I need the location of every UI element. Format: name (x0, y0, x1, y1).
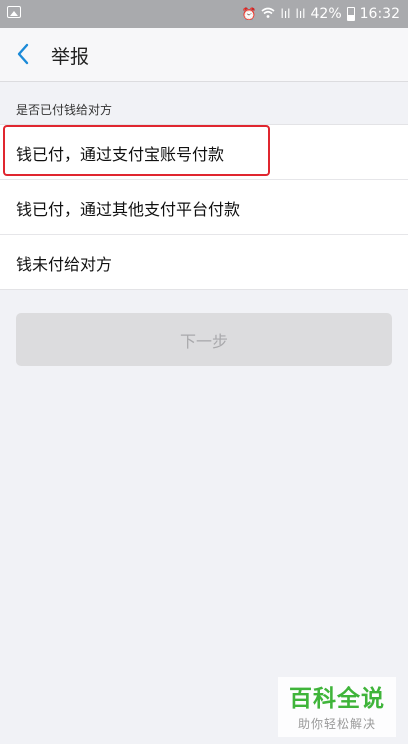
battery-icon (346, 7, 355, 21)
option-not-paid[interactable]: 钱未付给对方 (0, 235, 408, 289)
option-label: 钱已付，通过支付宝账号付款 (16, 145, 225, 164)
battery-percent: 42% (310, 6, 342, 22)
alarm-icon: ⏰ (241, 7, 257, 21)
status-bar-right: ⏰ lıl lıl 42% 16:32 (242, 4, 400, 24)
nav-bar: 举报 (0, 28, 408, 82)
option-label: 钱未付给对方 (16, 255, 113, 274)
section-label: 是否已付钱给对方 (16, 103, 113, 117)
signal-icon: lıl (280, 7, 291, 21)
page-title: 举报 (51, 46, 90, 68)
option-alipay-paid[interactable]: 钱已付，通过支付宝账号付款 (0, 125, 408, 180)
option-other-platform-paid[interactable]: 钱已付，通过其他支付平台付款 (0, 180, 408, 235)
status-bar: ⏰ lıl lıl 42% 16:32 (0, 0, 408, 28)
watermark-logo: 百科全说 助你轻松解决 (278, 677, 396, 737)
watermark-subtitle: 助你轻松解决 (297, 717, 376, 731)
option-label: 钱已付，通过其他支付平台付款 (16, 200, 241, 219)
clock: 16:32 (359, 6, 400, 22)
option-list: 钱已付，通过支付宝账号付款 钱已付，通过其他支付平台付款 钱未付给对方 (0, 124, 408, 290)
signal-icon: lıl (295, 7, 306, 21)
wifi-icon (261, 7, 275, 21)
image-icon (7, 6, 21, 18)
watermark-title: 百科全说 (289, 686, 385, 712)
next-button[interactable]: 下一步 (16, 313, 392, 366)
chevron-left-icon[interactable] (12, 41, 36, 67)
